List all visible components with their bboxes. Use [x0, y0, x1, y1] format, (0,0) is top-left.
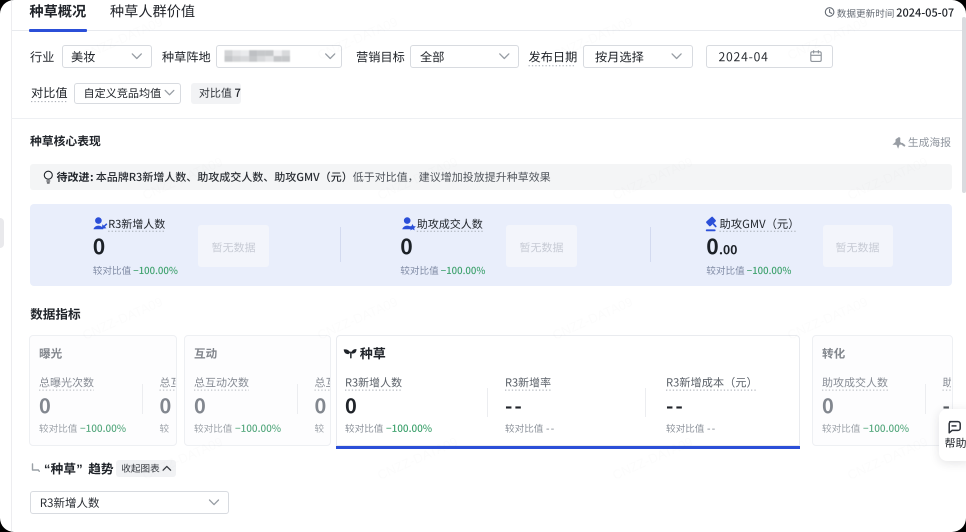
svg-text:CNZZ-DATA09: CNZZ-DATA09	[845, 154, 930, 203]
svg-text:CNZZ-DATA09: CNZZ-DATA09	[80, 14, 165, 63]
svg-text:CNZZ-DATA09: CNZZ-DATA09	[610, 154, 695, 203]
svg-text:CNZZ-DATA09: CNZZ-DATA09	[845, 434, 930, 483]
svg-text:CNZZ-DATA09: CNZZ-DATA09	[375, 434, 460, 483]
svg-text:CNZZ-DATA09: CNZZ-DATA09	[610, 434, 695, 483]
svg-text:CNZZ-DATA09: CNZZ-DATA09	[80, 294, 165, 343]
svg-text:CNZZ-DATA09: CNZZ-DATA09	[785, 14, 870, 63]
svg-text:CNZZ-DATA09: CNZZ-DATA09	[315, 294, 400, 343]
svg-text:CNZZ-DATA09: CNZZ-DATA09	[550, 14, 635, 63]
svg-text:CNZZ-DATA09: CNZZ-DATA09	[550, 294, 635, 343]
svg-text:CNZZ-DATA09: CNZZ-DATA09	[785, 294, 870, 343]
svg-text:CNZZ-DATA09: CNZZ-DATA09	[140, 434, 225, 483]
